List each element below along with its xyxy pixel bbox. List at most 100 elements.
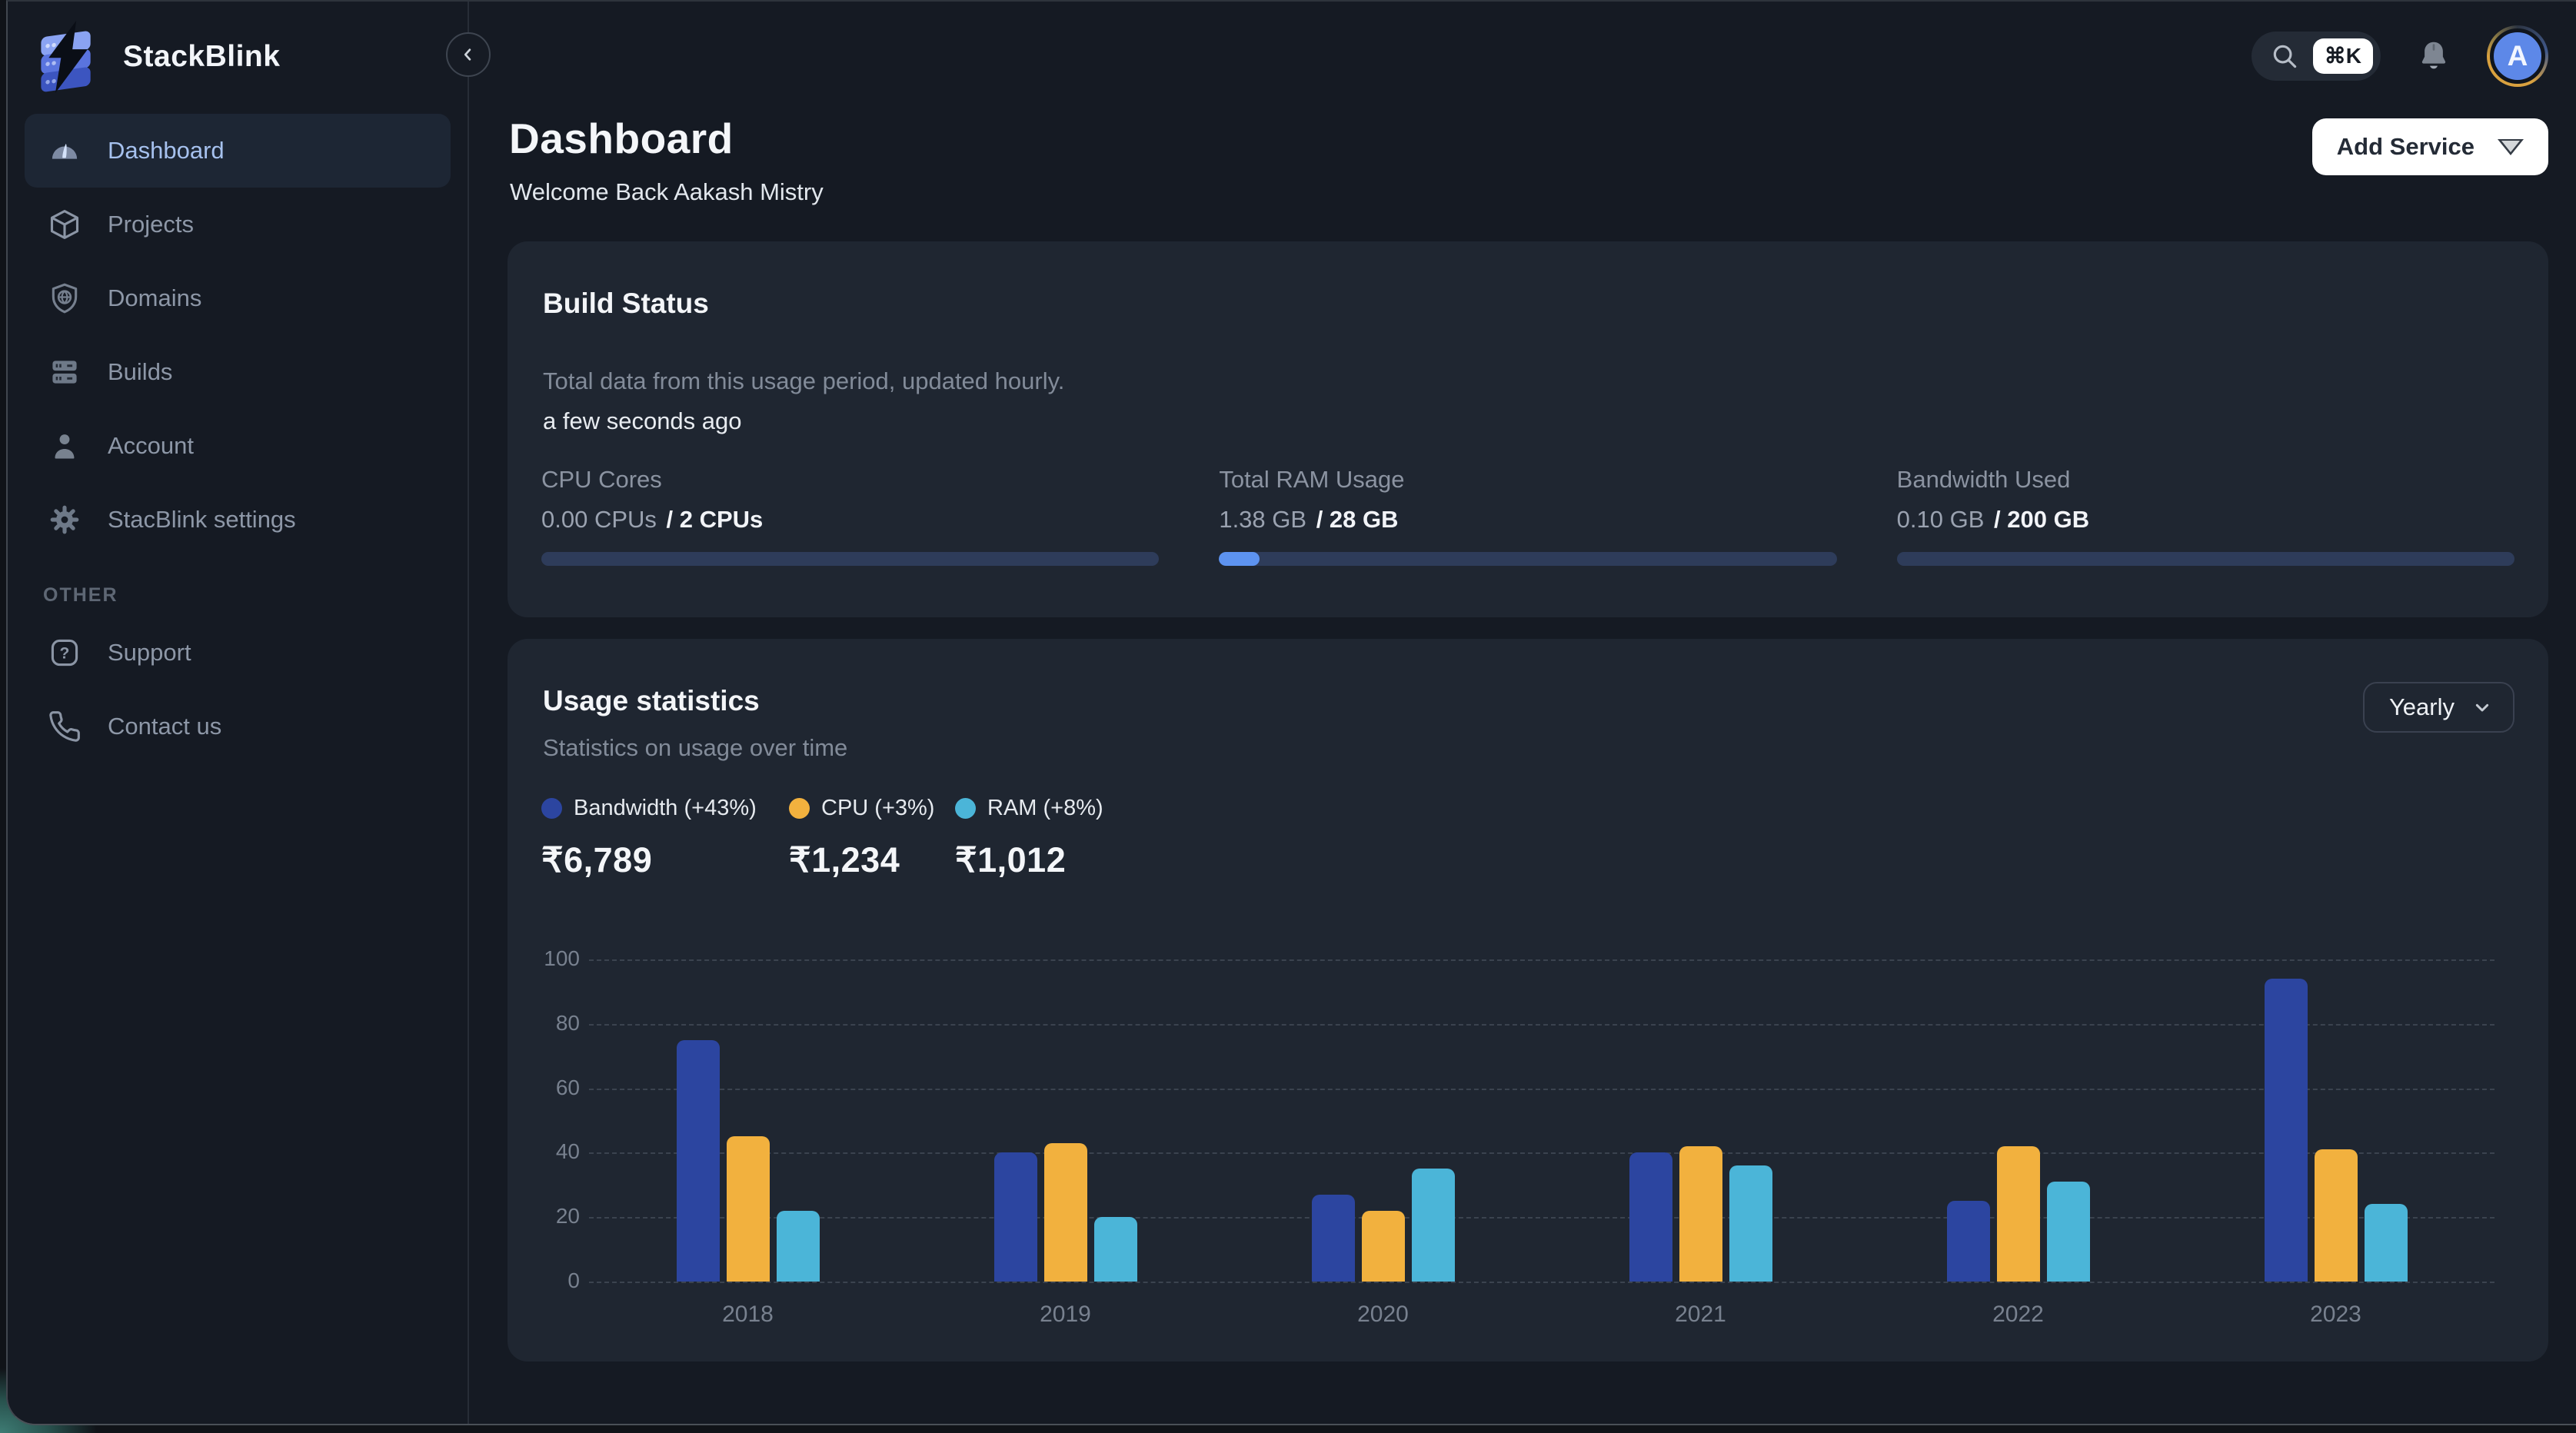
build-status-metrics: CPU Cores 0.00 CPUs / 2 CPUs Total RAM U… <box>541 466 2514 566</box>
chart-bar-bandwidth <box>1947 1201 1990 1282</box>
sidebar-item-projects[interactable]: Projects <box>25 188 451 261</box>
metric-value: 1.38 GB / 28 GB <box>1219 506 1836 534</box>
legend-label: CPU (+3%) <box>821 796 934 821</box>
app-window: StackBlink Dashboard Projects <box>6 0 2576 1425</box>
chart-ytick-label: 60 <box>541 1076 580 1100</box>
metric-ram-usage: Total RAM Usage 1.38 GB / 28 GB <box>1219 466 1836 566</box>
chart-bar-ram <box>1729 1165 1772 1282</box>
chevron-down-icon <box>2470 695 2494 720</box>
help-icon: ? <box>46 636 83 670</box>
chart-ytick-label: 80 <box>541 1011 580 1036</box>
gear-icon <box>46 503 83 537</box>
metric-label: Total RAM Usage <box>1219 466 1836 494</box>
sidebar-item-label: Account <box>108 432 194 460</box>
sidebar-item-contact[interactable]: Contact us <box>25 690 451 763</box>
chart-bar-group <box>1947 959 2090 1282</box>
server-stack-icon <box>46 355 83 389</box>
progress-bar <box>1897 552 2514 566</box>
main-content: ⌘K A Dashboard Welcome Back Aakash Mistr… <box>469 2 2576 1424</box>
chart-bar-cpu <box>2315 1149 2358 1282</box>
chart-bar-ram <box>2047 1182 2090 1282</box>
cpu-dot-icon <box>789 798 810 819</box>
search-button[interactable]: ⌘K <box>2252 32 2381 81</box>
ram-amount: ₹1,012 <box>955 840 1103 880</box>
legend-label: RAM (+8%) <box>987 796 1103 821</box>
bandwidth-amount: ₹6,789 <box>541 840 789 880</box>
metric-label: Bandwidth Used <box>1897 466 2514 494</box>
bandwidth-dot-icon <box>541 798 562 819</box>
chart-bar-cpu <box>1679 1146 1722 1282</box>
avatar-initial: A <box>2490 28 2545 84</box>
metric-value: 0.00 CPUs / 2 CPUs <box>541 506 1159 534</box>
chart-bar-bandwidth <box>677 1040 720 1282</box>
sidebar-item-label: Contact us <box>108 713 221 740</box>
metric-bandwidth-used: Bandwidth Used 0.10 GB / 200 GB <box>1897 466 2514 566</box>
chart-gridline <box>589 1089 2494 1090</box>
chart-ytick-label: 20 <box>541 1204 580 1229</box>
chart-gridline <box>589 1282 2494 1283</box>
sidebar-nav: Dashboard Projects Domains <box>8 114 468 557</box>
sidebar-collapse-button[interactable] <box>446 32 491 77</box>
add-service-label: Add Service <box>2337 133 2474 161</box>
sidebar-section-other-label: OTHER <box>43 584 468 607</box>
page-header: Dashboard Welcome Back Aakash Mistry Add… <box>508 114 2548 206</box>
sidebar-item-label: Dashboard <box>108 137 225 165</box>
sidebar-item-label: Domains <box>108 284 201 312</box>
chart-bar-bandwidth <box>2265 979 2308 1282</box>
ram-dot-icon <box>955 798 976 819</box>
sidebar-item-label: Projects <box>108 211 194 238</box>
notifications-bell-icon[interactable] <box>2416 38 2451 74</box>
svg-text:?: ? <box>60 645 70 663</box>
chart-bar-cpu <box>727 1136 770 1282</box>
sidebar-item-support[interactable]: ? Support <box>25 616 451 690</box>
legend-item-cpu: CPU (+3%) ₹1,234 <box>789 796 955 880</box>
shortcut-badge: ⌘K <box>2313 38 2373 74</box>
chart-ytick-label: 0 <box>541 1268 580 1293</box>
chart-bar-ram <box>777 1211 820 1282</box>
cpu-amount: ₹1,234 <box>789 840 955 880</box>
progress-bar <box>541 552 1159 566</box>
dropdown-caret-icon <box>2498 139 2524 155</box>
sidebar-item-account[interactable]: Account <box>25 409 451 483</box>
chart-gridline <box>589 1152 2494 1154</box>
sidebar-item-dashboard[interactable]: Dashboard <box>25 114 451 188</box>
chart-xtick-label: 2022 <box>1947 1302 2090 1328</box>
sidebar-item-label: Support <box>108 639 191 667</box>
usage-subtitle: Statistics on usage over time <box>543 734 847 762</box>
legend-label: Bandwidth (+43%) <box>574 796 757 821</box>
sidebar-item-domains[interactable]: Domains <box>25 261 451 335</box>
chart-bar-ram <box>1412 1169 1455 1282</box>
sidebar-item-builds[interactable]: Builds <box>25 335 451 409</box>
chart-xtick-label: 2018 <box>677 1302 820 1328</box>
gauge-icon <box>46 134 83 168</box>
chart-ytick-label: 40 <box>541 1139 580 1164</box>
chart-bar-group <box>677 959 820 1282</box>
chart-bar-ram <box>1094 1217 1137 1282</box>
chart-bar-group <box>1312 959 1455 1282</box>
stackblink-logo-icon <box>34 21 102 93</box>
usage-bar-chart: 020406080100201820192020202120222023 <box>541 919 2514 1322</box>
chart-bar-bandwidth <box>994 1152 1037 1282</box>
build-status-updated: a few seconds ago <box>543 407 2514 435</box>
metric-value: 0.10 GB / 200 GB <box>1897 506 2514 534</box>
sidebar: StackBlink Dashboard Projects <box>8 2 469 1424</box>
user-icon <box>46 429 83 463</box>
period-select[interactable]: Yearly <box>2363 682 2514 733</box>
chart-bar-group <box>2265 959 2408 1282</box>
legend-item-bandwidth: Bandwidth (+43%) ₹6,789 <box>541 796 789 880</box>
chart-xtick-label: 2023 <box>2265 1302 2408 1328</box>
welcome-text: Welcome Back Aakash Mistry <box>510 178 824 206</box>
chart-legend: Bandwidth (+43%) ₹6,789 CPU (+3%) ₹1,234… <box>541 796 2514 880</box>
chart-gridline <box>589 1024 2494 1026</box>
chart-bar-bandwidth <box>1629 1152 1672 1282</box>
sidebar-item-settings[interactable]: StacBlink settings <box>25 483 451 557</box>
brand: StackBlink <box>8 2 468 92</box>
add-service-button[interactable]: Add Service <box>2312 118 2548 175</box>
chart-bar-bandwidth <box>1312 1195 1355 1282</box>
avatar[interactable]: A <box>2487 25 2548 87</box>
sidebar-item-label: StacBlink settings <box>108 506 296 534</box>
progress-bar <box>1219 552 1836 566</box>
phone-icon <box>46 710 83 743</box>
usage-title: Usage statistics <box>543 685 847 717</box>
topbar: ⌘K A <box>508 2 2548 111</box>
